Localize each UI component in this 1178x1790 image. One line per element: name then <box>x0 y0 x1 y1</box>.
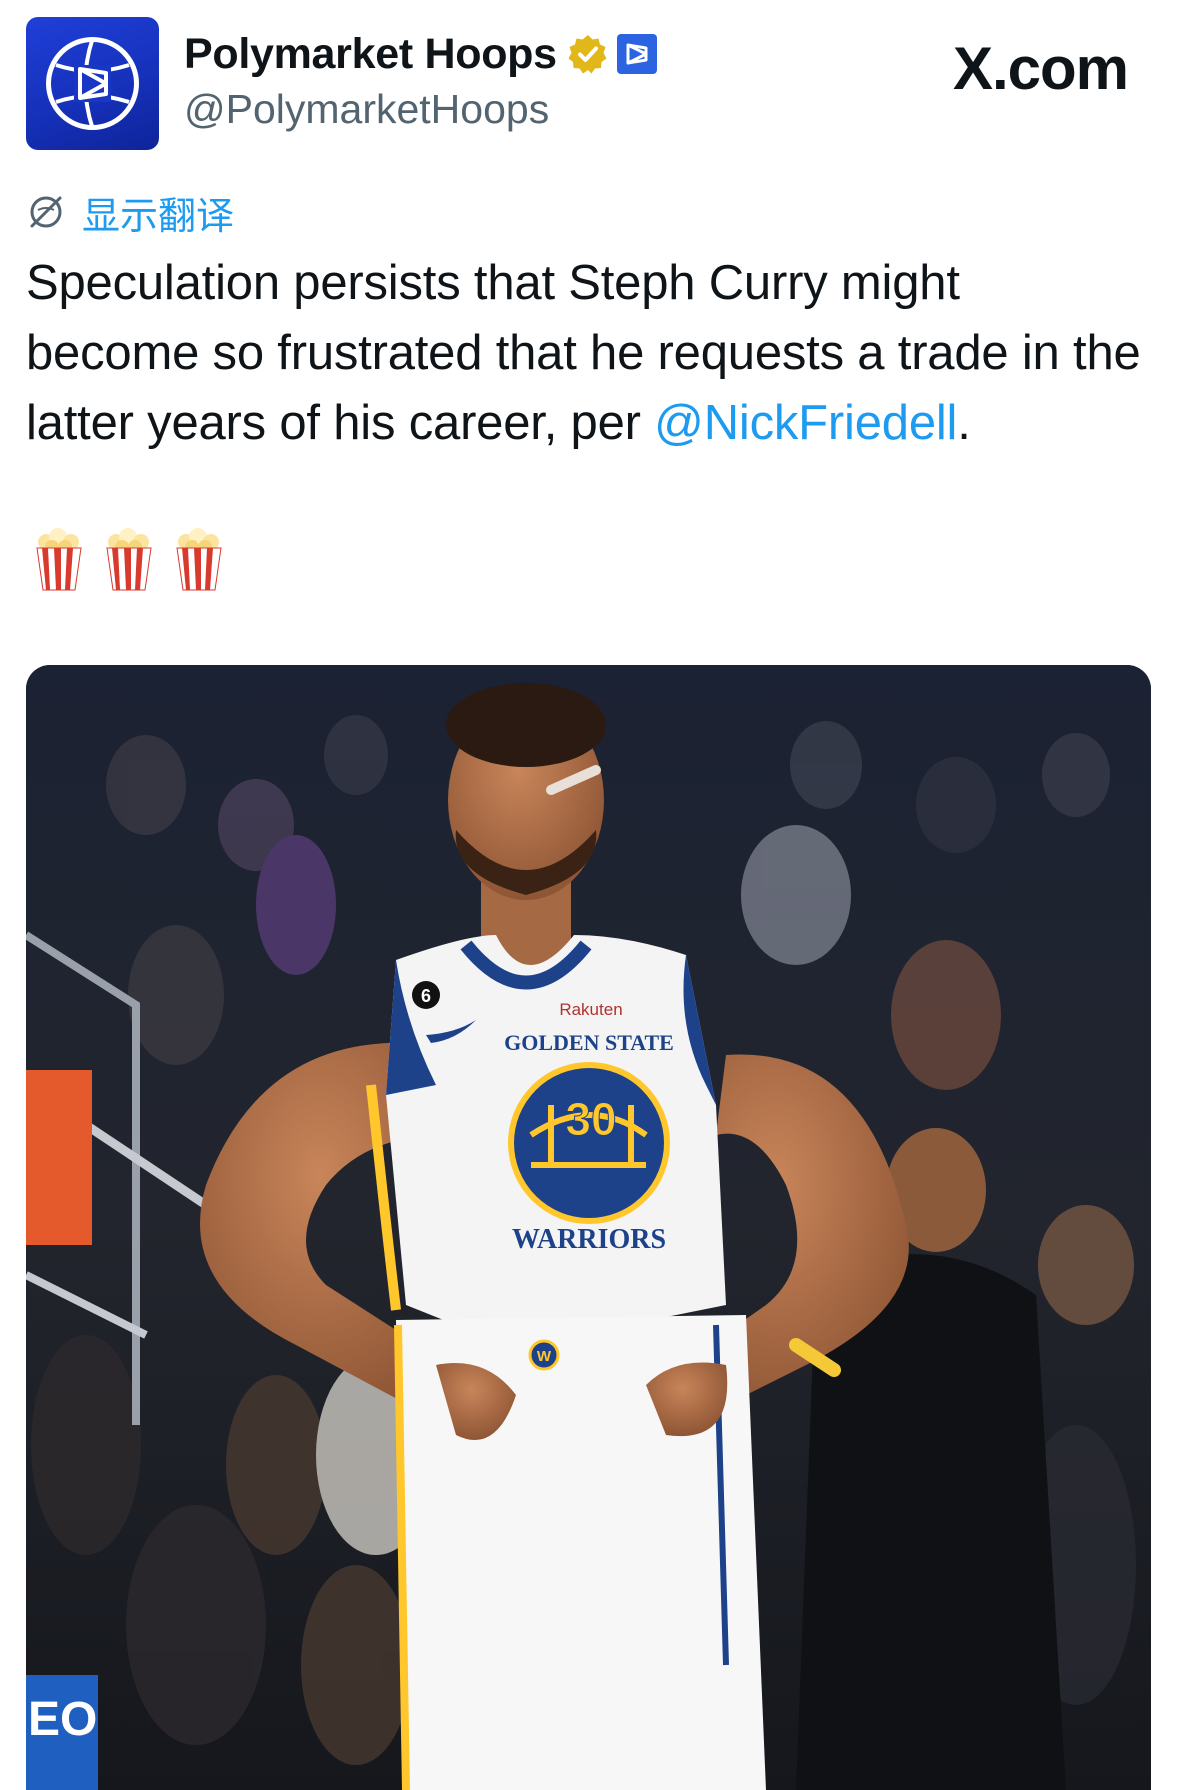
belt-logo-letter: W <box>537 1348 552 1365</box>
popcorn-emoji-icon <box>106 528 152 591</box>
jersey-patch-number: 6 <box>421 986 431 1006</box>
author-display-name[interactable]: Polymarket Hoops <box>184 30 557 79</box>
polymarket-hoops-logo-icon <box>46 37 139 130</box>
tweet-text-body: Speculation persists that Steph Curry mi… <box>26 256 1141 450</box>
tweet-text-end: . <box>957 396 971 450</box>
author-name-row: Polymarket Hoops <box>184 28 657 80</box>
translate-link[interactable]: 显示翻译 <box>26 188 234 238</box>
tweet-photo[interactable]: EO 30 GOLDEN STATE WARRIORS Rakuten 6 W <box>26 665 1151 1790</box>
jersey-number: 30 <box>565 1093 616 1145</box>
jersey-sponsor: Rakuten <box>559 1000 622 1019</box>
author-handle[interactable]: @PolymarketHoops <box>184 86 549 133</box>
translate-label[interactable]: 显示翻译 <box>82 185 234 240</box>
popcorn-emoji-icon <box>176 528 222 591</box>
scoreboard-text: EO <box>28 1693 97 1746</box>
jersey-team-top: GOLDEN STATE <box>504 1030 674 1055</box>
globe-translate-icon <box>30 196 62 228</box>
affiliate-badge-icon[interactable] <box>616 34 657 74</box>
polymarket-affiliate-icon <box>626 43 648 65</box>
mention-link[interactable]: @NickFriedell <box>654 396 957 450</box>
basketball-player-photo: EO 30 GOLDEN STATE WARRIORS Rakuten 6 W <box>26 665 1151 1790</box>
jersey-team-bottom: WARRIORS <box>512 1224 666 1255</box>
emoji-row <box>34 528 224 592</box>
source-watermark: X.com <box>952 35 1129 102</box>
verified-badge-icon <box>568 35 607 74</box>
popcorn-emoji-icon <box>36 528 82 591</box>
tweet-text: Speculation persists that Steph Curry mi… <box>26 248 1146 458</box>
author-avatar[interactable] <box>26 17 159 150</box>
